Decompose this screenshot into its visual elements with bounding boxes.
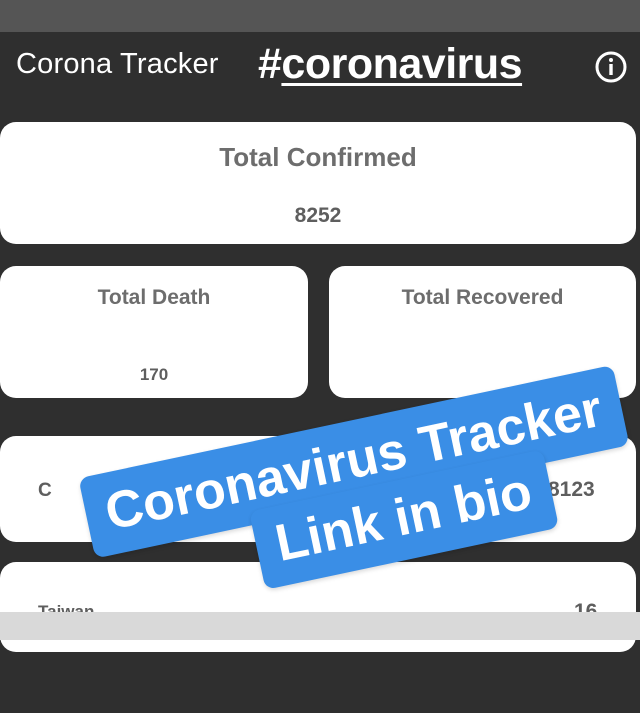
- promo-sticker: Coronavirus Tracker Link in bio: [78, 362, 640, 713]
- country-name: C: [38, 480, 52, 501]
- total-recovered-label: Total Recovered: [401, 286, 564, 309]
- hashtag-symbol: #: [258, 40, 282, 88]
- status-bar: [0, 0, 640, 32]
- app-title: Corona Tracker: [16, 48, 219, 80]
- total-confirmed-value: 8252: [294, 204, 342, 227]
- total-death-card[interactable]: Total Death 170: [0, 266, 308, 398]
- total-death-value: 170: [139, 365, 169, 384]
- total-confirmed-label: Total Confirmed: [219, 142, 417, 172]
- total-confirmed-card[interactable]: Total Confirmed 8252: [0, 122, 636, 244]
- info-circle-icon[interactable]: [594, 50, 628, 84]
- hashtag-word: coronavirus: [281, 40, 523, 88]
- hashtag-caption: #coronavirus: [258, 40, 523, 89]
- total-death-label: Total Death: [97, 286, 211, 309]
